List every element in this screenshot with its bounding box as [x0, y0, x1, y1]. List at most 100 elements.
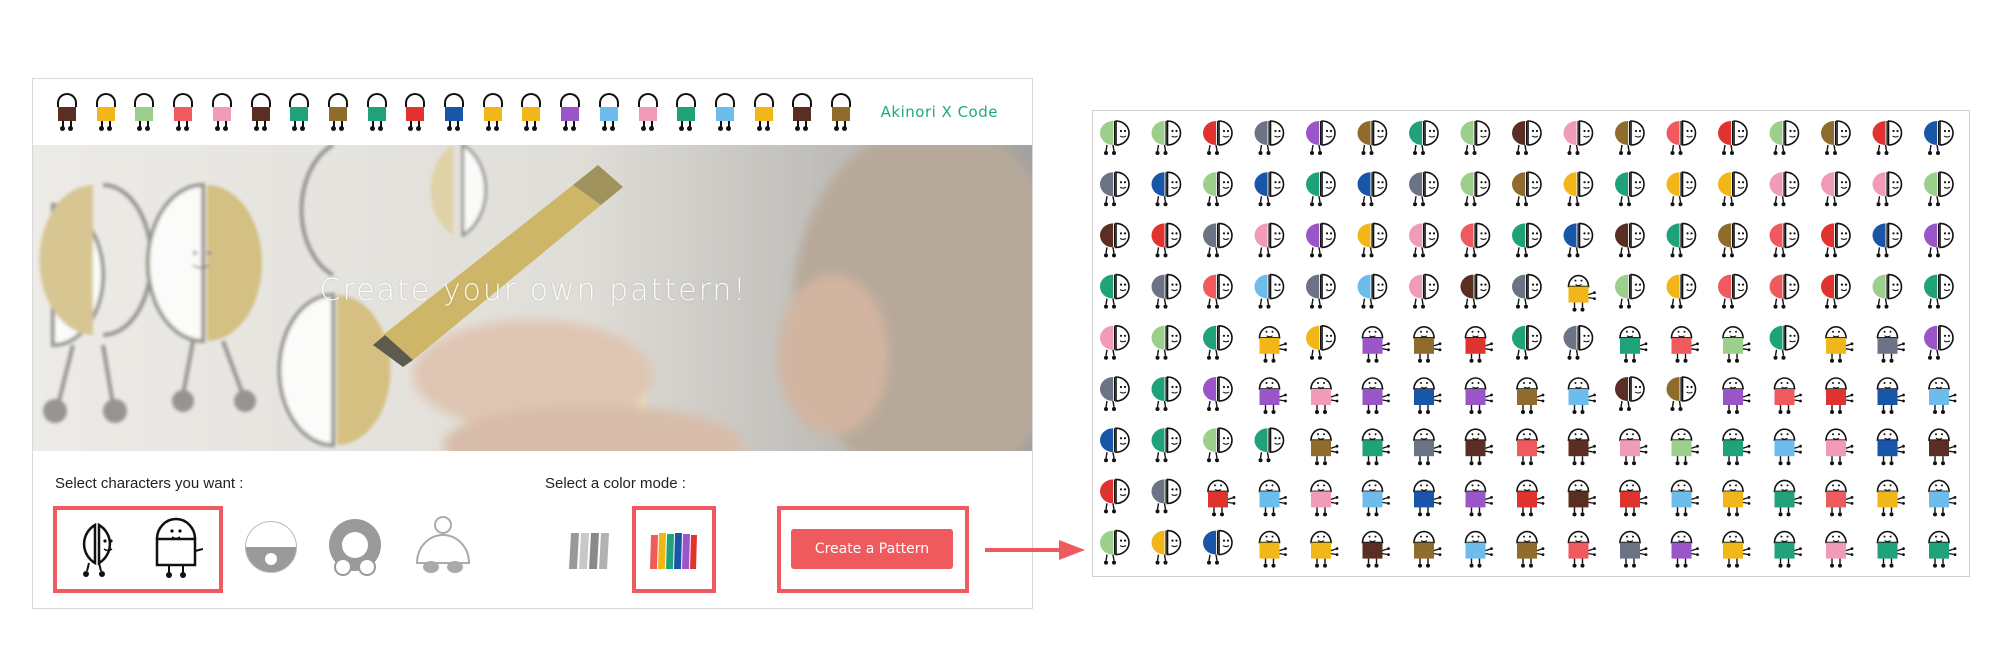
strip-character-icon — [597, 93, 621, 133]
app-window: Akinori X Code Create your own pattern! … — [32, 78, 1033, 609]
half-character-icon — [1563, 222, 1594, 258]
half-character-icon — [1872, 171, 1903, 207]
standing-character-icon — [1516, 479, 1545, 517]
standing-character-icon — [1773, 428, 1802, 466]
half-character-icon — [1666, 120, 1697, 155]
half-character-icon — [1409, 222, 1439, 258]
strip-character-icon — [326, 93, 350, 133]
strip-character-icon — [713, 93, 737, 133]
standing-character-icon — [1670, 326, 1699, 363]
standing-character-icon — [1361, 377, 1390, 414]
half-character-icon — [1306, 222, 1336, 258]
strip-character-icon — [790, 93, 814, 133]
half-character-icon — [1769, 171, 1800, 207]
half-character-icon — [1924, 222, 1954, 258]
bowl-character-icon[interactable] — [243, 519, 299, 575]
standing-character-icon — [1928, 377, 1957, 414]
standing-character-icon — [1670, 428, 1699, 466]
standing-character-icon — [1258, 377, 1287, 414]
standing-character-icon — [1619, 428, 1648, 466]
half-character-icon — [1821, 120, 1851, 155]
donut-character-icon[interactable] — [325, 517, 385, 577]
half-character-icon — [1563, 171, 1594, 207]
top-bar: Akinori X Code — [33, 79, 1032, 145]
brand-link[interactable]: Akinori X Code — [881, 103, 998, 121]
create-pattern-button[interactable]: Create a Pattern — [791, 529, 953, 569]
half-character-icon — [1718, 171, 1748, 207]
half-character-icon — [1254, 273, 1285, 309]
standing-character-icon — [1619, 530, 1648, 568]
half-character-icon — [1769, 273, 1800, 309]
half-character-icon — [1306, 273, 1336, 309]
half-character-icon — [1821, 171, 1851, 207]
pattern-preview — [1092, 110, 1970, 577]
standing-character-icon — [1567, 479, 1596, 517]
half-character-icon — [1872, 222, 1903, 258]
half-character-icon — [1100, 171, 1130, 207]
pattern-grid — [1100, 120, 1957, 568]
half-character-icon — [1769, 222, 1800, 258]
half-character-icon — [1512, 324, 1542, 360]
half-character-icon — [1100, 529, 1130, 565]
strip-character-icon — [829, 93, 853, 133]
half-character-icon — [1512, 171, 1542, 207]
half-character-icon — [1563, 120, 1594, 155]
strip-character-icon — [94, 93, 118, 133]
half-character-icon — [1460, 120, 1491, 155]
standing-character-icon — [1928, 479, 1957, 517]
half-character-icon — [1409, 273, 1439, 309]
half-character-icon — [1718, 120, 1748, 155]
half-character-icon — [1203, 171, 1233, 207]
standing-character-icon — [1310, 377, 1339, 414]
half-character-icon — [1203, 376, 1233, 411]
half-character-icon — [1666, 273, 1697, 309]
dome-character-icon[interactable] — [413, 515, 473, 577]
half-character-icon — [1151, 222, 1182, 258]
strip-character-icon — [752, 93, 776, 133]
standing-character-icon — [1773, 377, 1802, 414]
half-character-icon — [1100, 376, 1130, 411]
half-character-icon — [1151, 427, 1182, 463]
half-character-icon — [1924, 120, 1954, 155]
half-character-icon — [1100, 273, 1130, 309]
standing-character-icon — [1207, 479, 1236, 517]
half-character-icon — [1306, 120, 1336, 155]
standing-character-icon — [1928, 530, 1957, 568]
standing-character-icon — [1876, 377, 1905, 414]
standing-character-icon — [1876, 530, 1905, 568]
half-character-icon — [1512, 273, 1542, 309]
standing-character-icon — [1670, 479, 1699, 517]
standing-character-icon — [1516, 530, 1545, 568]
standing-character-icon — [1258, 530, 1287, 568]
standing-character-icon — [1722, 377, 1751, 414]
standing-character-icon — [1825, 428, 1854, 466]
half-character-icon — [1769, 120, 1800, 155]
half-character-icon — [1872, 120, 1903, 155]
standing-character-icon — [1464, 479, 1493, 517]
half-character-icon — [1254, 222, 1285, 258]
standing-character-icon — [1413, 377, 1442, 414]
standing-character-icon[interactable] — [149, 515, 203, 579]
standing-character-icon — [1310, 428, 1339, 466]
strip-character-icon — [519, 93, 543, 133]
half-character-icon — [1203, 120, 1233, 155]
half-character-icon — [1666, 222, 1697, 258]
standing-character-icon — [1825, 530, 1854, 568]
half-character-icon — [1151, 171, 1182, 207]
grayscale-mode-icon[interactable] — [567, 531, 615, 571]
strip-character-icon — [171, 93, 195, 133]
half-round-character-icon[interactable] — [69, 519, 127, 579]
strip-character-icon — [249, 93, 273, 133]
half-character-icon — [1203, 324, 1233, 360]
half-character-icon — [1254, 171, 1285, 207]
half-character-icon — [1306, 324, 1336, 360]
standing-character-icon — [1310, 530, 1339, 568]
half-character-icon — [1151, 120, 1182, 155]
strip-character-icon — [365, 93, 389, 133]
half-character-icon — [1666, 376, 1697, 411]
standing-character-icon — [1876, 479, 1905, 517]
standing-character-icon — [1464, 428, 1493, 466]
rainbow-mode-icon[interactable] — [649, 531, 699, 571]
half-character-icon — [1151, 324, 1182, 360]
standing-character-icon — [1310, 479, 1339, 517]
